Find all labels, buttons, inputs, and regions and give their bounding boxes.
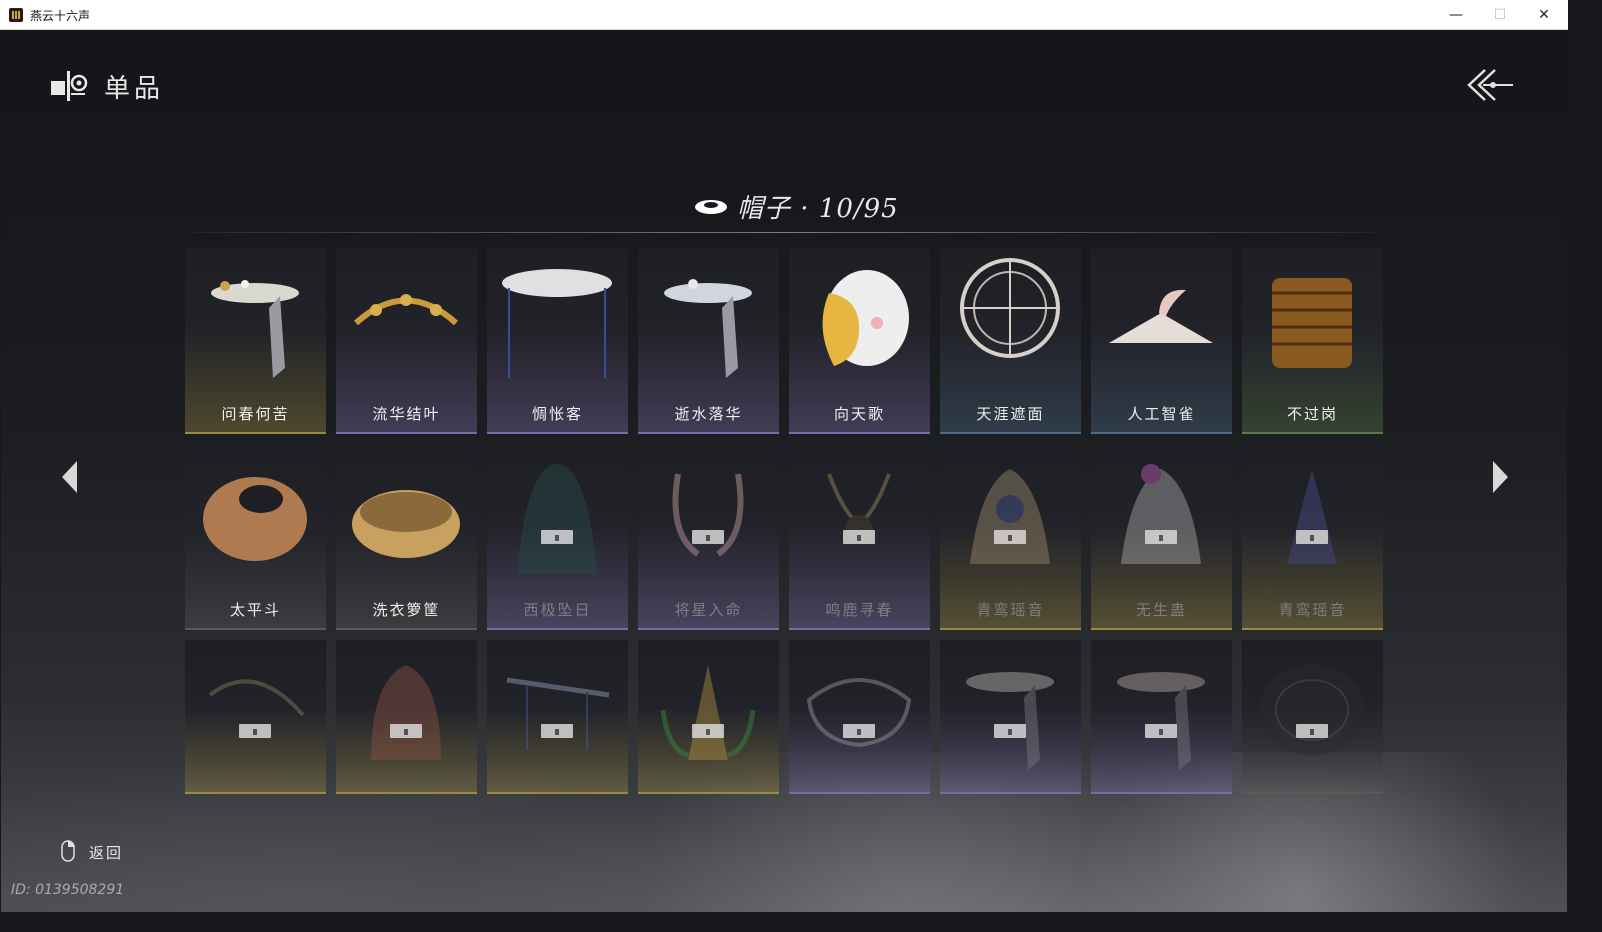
lock-icon — [994, 724, 1026, 738]
item-card[interactable]: 西极坠日 — [487, 444, 628, 630]
lock-icon — [390, 724, 422, 738]
item-image — [664, 279, 752, 378]
item-name: 逝水落华 — [674, 405, 743, 423]
item-card[interactable]: 无生蛊 — [1091, 444, 1232, 630]
item-image — [506, 677, 610, 750]
item-card[interactable] — [638, 640, 779, 794]
item-card[interactable]: 不过岗 — [1242, 248, 1383, 434]
item-image — [970, 469, 1050, 564]
item-card[interactable] — [185, 640, 326, 794]
window-title: 燕云十六声 — [30, 9, 91, 23]
item-image — [960, 258, 1060, 358]
game-viewport: 单品 帽子 · 10/95 问春何苦 流华结叶 惆怅客 逝水落华 向天歌 天涯遮面 人工智雀… — [1, 30, 1567, 912]
category-divider — [194, 232, 1374, 233]
item-name: 人工智雀 — [1127, 405, 1196, 423]
item-name: 流华结叶 — [372, 405, 441, 423]
item-image — [371, 665, 441, 760]
item-card[interactable] — [1242, 640, 1383, 794]
item-card[interactable] — [789, 640, 930, 794]
item-card[interactable]: 逝水落华 — [638, 248, 779, 434]
item-card[interactable]: 人工智雀 — [1091, 248, 1232, 434]
item-card[interactable]: 流华结叶 — [336, 248, 477, 434]
item-image — [208, 679, 305, 717]
double-chevron-left-icon[interactable] — [1463, 66, 1515, 104]
item-card[interactable]: 青鸾瑶音 — [940, 444, 1081, 630]
item-image — [1260, 664, 1364, 756]
item-card[interactable] — [336, 640, 477, 794]
user-id: ID: 0139508291 — [11, 882, 125, 898]
wardrobe-icon — [51, 71, 88, 101]
triangle-right-icon[interactable] — [1489, 458, 1511, 496]
minimize-button[interactable]: — — [1434, 0, 1478, 30]
item-name: 问春何苦 — [221, 405, 290, 423]
item-image — [211, 280, 299, 378]
item-image — [660, 665, 756, 760]
item-image — [672, 473, 744, 557]
item-image — [806, 678, 912, 748]
item-card[interactable] — [940, 640, 1081, 794]
item-name: 无生蛊 — [1135, 601, 1187, 619]
lock-icon — [1145, 530, 1177, 544]
item-image — [1287, 469, 1337, 564]
item-image — [353, 294, 459, 326]
item-image — [352, 490, 460, 558]
item-name: 青鸾瑶音 — [976, 601, 1045, 619]
item-card[interactable]: 将星入命 — [638, 444, 779, 630]
lock-icon — [843, 724, 875, 738]
app-icon — [9, 8, 23, 22]
item-image — [827, 473, 891, 543]
item-name: 向天歌 — [833, 405, 885, 423]
page-title: 单品 — [104, 74, 165, 104]
lock-icon — [994, 530, 1026, 544]
item-name: 不过岗 — [1286, 405, 1338, 423]
lock-icon — [541, 724, 573, 738]
item-card[interactable]: 太平斗 — [185, 444, 326, 630]
item-card[interactable] — [487, 640, 628, 794]
lock-icon — [1296, 724, 1328, 738]
close-button[interactable]: ✕ — [1522, 0, 1566, 30]
item-card[interactable]: 鸣鹿寻春 — [789, 444, 930, 630]
item-image — [502, 269, 612, 378]
item-image — [822, 270, 909, 366]
back-hint-label[interactable]: 返回 — [89, 842, 123, 863]
lock-icon — [692, 530, 724, 544]
item-image — [517, 464, 597, 574]
triangle-left-icon[interactable] — [59, 458, 81, 496]
lock-icon — [541, 530, 573, 544]
item-name: 洗衣箩筐 — [372, 601, 441, 619]
item-card[interactable]: 青鸾瑶音 — [1242, 444, 1383, 630]
lock-icon — [1296, 530, 1328, 544]
lock-icon — [1145, 724, 1177, 738]
item-image — [1121, 464, 1201, 564]
item-name: 鸣鹿寻春 — [825, 601, 894, 619]
item-card[interactable]: 向天歌 — [789, 248, 930, 434]
item-name: 惆怅客 — [531, 405, 583, 423]
lock-icon — [843, 530, 875, 544]
lock-icon — [692, 724, 724, 738]
item-image — [966, 672, 1054, 770]
category-title: 帽子 · 10/95 — [737, 194, 899, 224]
mouse-right-click-icon — [61, 840, 75, 862]
item-card[interactable] — [1091, 640, 1232, 794]
item-name: 天涯遮面 — [976, 405, 1045, 423]
item-image — [203, 477, 307, 561]
item-name: 青鸾瑶音 — [1278, 601, 1347, 619]
item-card[interactable]: 问春何苦 — [185, 248, 326, 434]
item-card[interactable]: 洗衣箩筐 — [336, 444, 477, 630]
maximize-button[interactable]: ☐ — [1478, 0, 1522, 30]
lock-icon — [239, 724, 271, 738]
window-titlebar: 燕云十六声 — ☐ ✕ — [0, 0, 1568, 30]
item-card[interactable]: 惆怅客 — [487, 248, 628, 434]
item-name: 西极坠日 — [523, 601, 592, 619]
item-image — [1272, 278, 1352, 368]
item-name: 将星入命 — [674, 601, 743, 619]
item-card[interactable]: 天涯遮面 — [940, 248, 1081, 434]
item-image — [1109, 289, 1213, 343]
item-name: 太平斗 — [229, 601, 281, 619]
item-image — [1117, 672, 1205, 770]
hat-icon — [695, 200, 727, 214]
